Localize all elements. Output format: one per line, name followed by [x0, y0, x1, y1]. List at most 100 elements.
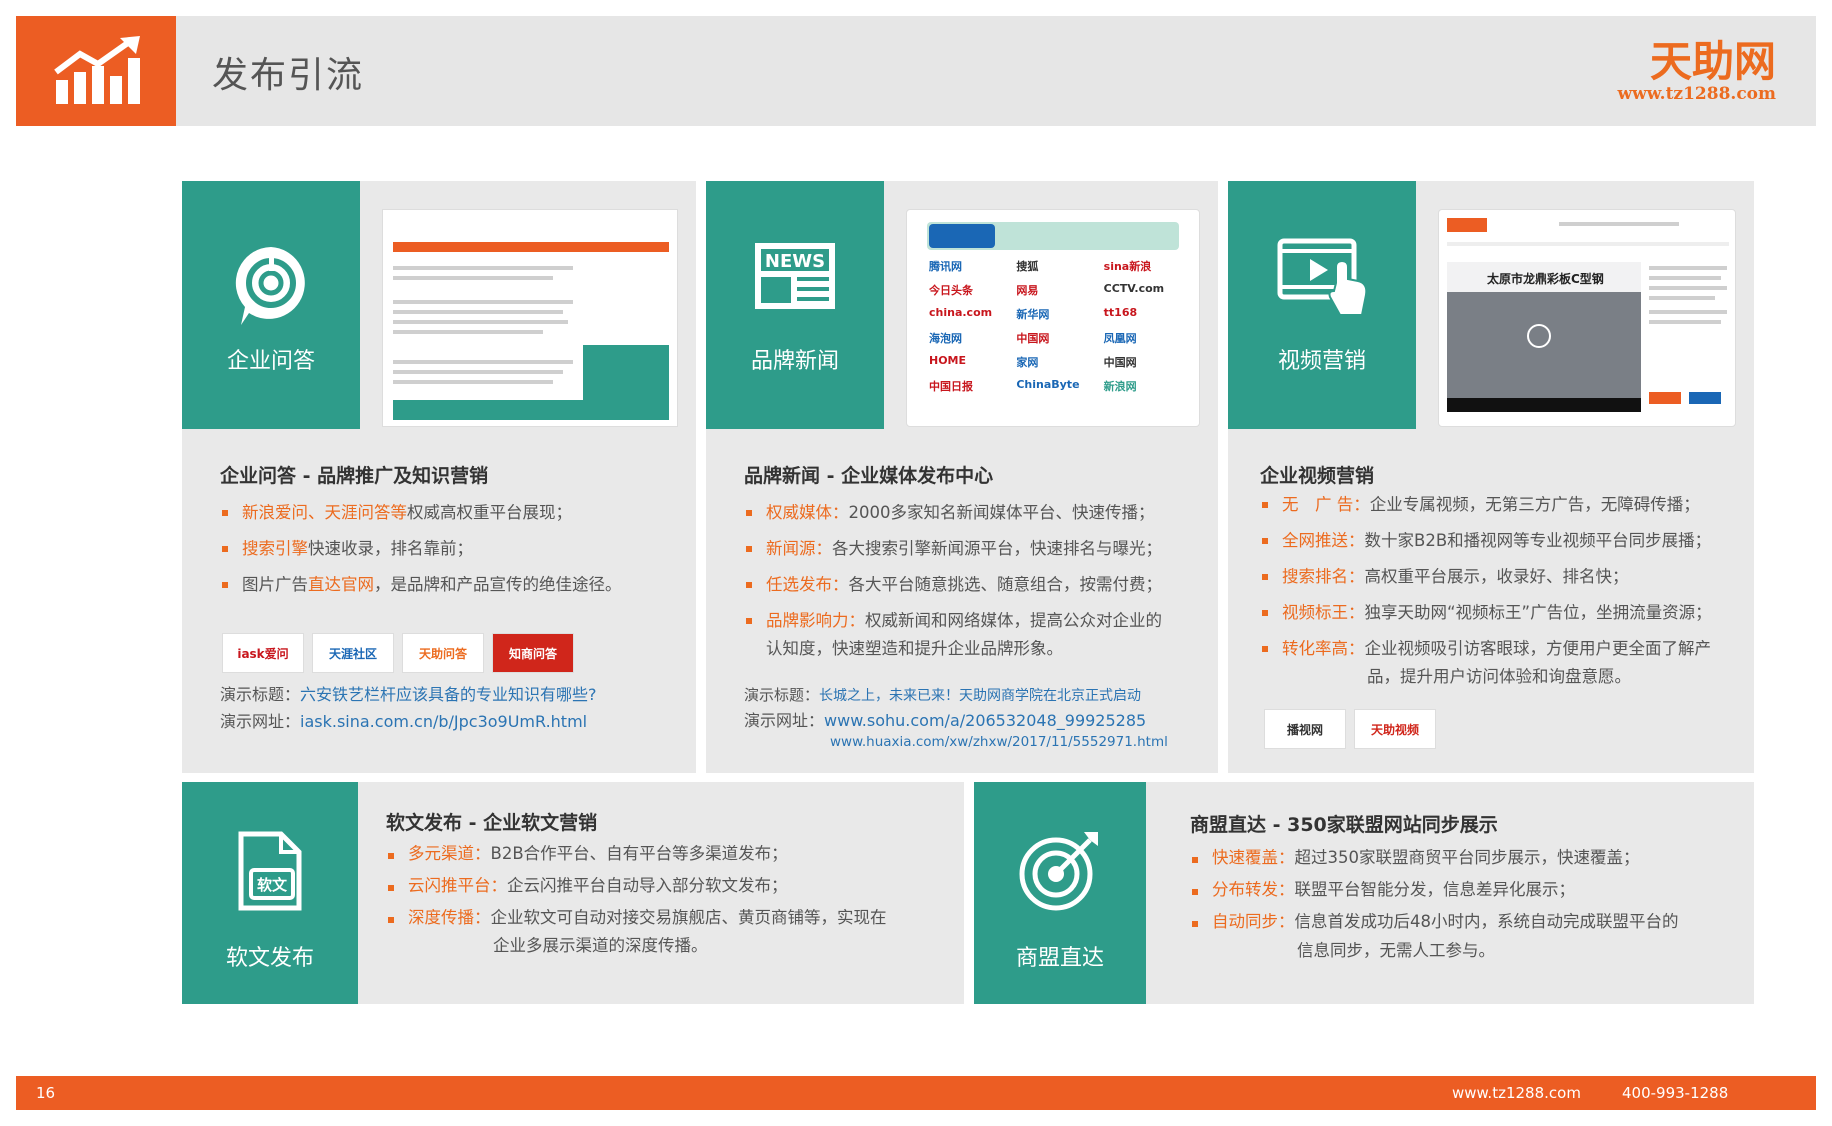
qa-icon-block: 企业问答 — [182, 181, 360, 429]
list-item: 搜索排名：高权重平台展示，收录好、排名快； — [1260, 559, 1712, 595]
brand-logo[interactable]: 天助网 www.tz1288.com — [1617, 37, 1776, 105]
list-item: 搜索引擎快速收录，排名靠前； — [220, 531, 622, 567]
media-logo: 家网 — [1016, 356, 1039, 369]
media-logo: 新浪网 — [1103, 380, 1137, 393]
list-item: 无 广 告：企业专属视频，无第三方广告，无障碍传播； — [1260, 487, 1712, 523]
list-item: 图片广告直达官网，是品牌和产品宣传的绝佳途径。 — [220, 567, 622, 603]
media-logo: 新华网 — [1016, 308, 1050, 321]
list-item: 品牌影响力：权威新闻和网络媒体，提高公众对企业的 认知度，快速塑造和提升企业品牌形… — [744, 603, 1162, 663]
video-icon-block: 视频营销 — [1228, 181, 1416, 429]
svg-text:NEWS: NEWS — [765, 251, 825, 272]
footer-phone: 400-993-1288 — [1622, 1084, 1729, 1102]
news-demo-title-link[interactable]: 长城之上，未来已来！天助网商学院在北京正式启动 — [819, 688, 1141, 704]
footer-url[interactable]: www.tz1288.com — [1452, 1084, 1581, 1102]
media-logo: sina新浪 — [1103, 260, 1152, 273]
video-caption: 太原市龙鼎彩板C型钢 — [1487, 272, 1604, 286]
chart-growth-icon — [54, 36, 140, 104]
union-title: 商盟直达 - 350家联盟网站同步展示 — [1190, 814, 1498, 836]
soft-bullet-list: 多元渠道：B2B合作平台、自有平台等多渠道发布； 云闪推平台：企云闪推平台自动导… — [386, 838, 887, 962]
qa-title: 企业问答 - 品牌推广及知识营销 — [220, 465, 489, 487]
boosj-logo: 播视网 — [1264, 709, 1346, 749]
list-item: 新浪爱问、天涯问答等权威高权重平台展现； — [220, 495, 622, 531]
video-bullet-list: 无 广 告：企业专属视频，无第三方广告，无障碍传播； 全网推送：数十家B2B和播… — [1260, 487, 1712, 691]
list-item: 快速覆盖：超过350家联盟商贸平台同步展示，快速覆盖； — [1190, 842, 1679, 874]
list-item: 转化率高：企业视频吸引访客眼球，方便用户更全面了解产 品，提升用户访问体验和询盘意… — [1260, 631, 1712, 691]
media-logo: china.com — [929, 306, 993, 319]
tianzhu-video-logo: 天助视频 — [1354, 709, 1436, 749]
media-logo: 凤凰网 — [1103, 332, 1137, 345]
document-icon: 软文 — [238, 831, 302, 911]
zhishang-qa-logo: 知商问答 — [492, 633, 574, 673]
media-logo: ChinaByte — [1016, 378, 1080, 391]
list-item: 深度传播：企业软文可自动对接交易旗舰店、黄页商铺等，实现在 企业多展示渠道的深度传… — [386, 902, 887, 962]
card-qa: 企业问答 企业问答 - 品牌推广及知识营销 新浪爱问、天涯问答等权威高权重平台展… — [182, 181, 696, 773]
qa-demo-title-link[interactable]: 六安铁艺栏杆应该具备的专业知识有哪些? — [300, 685, 597, 704]
list-item: 全网推送：数十家B2B和播视网等专业视频平台同步展播； — [1260, 523, 1712, 559]
union-icon-label: 商盟直达 — [1015, 946, 1104, 971]
qa-icon-label: 企业问答 — [226, 349, 315, 374]
media-logo: 今日头条 — [929, 284, 973, 297]
list-item: 多元渠道：B2B合作平台、自有平台等多渠道发布； — [386, 838, 887, 870]
union-bullet-list: 快速覆盖：超过350家联盟商贸平台同步展示，快速覆盖； 分布转发：联盟平台智能分… — [1190, 842, 1679, 968]
card-union: 商盟直达 商盟直达 - 350家联盟网站同步展示 快速覆盖：超过350家联盟商贸… — [974, 782, 1754, 1004]
media-logo: 网易 — [1016, 284, 1039, 297]
list-item: 新闻源：各大搜索引擎新闻源平台，快速排名与曝光； — [744, 531, 1162, 567]
tianya-logo: 天涯社区 — [312, 633, 394, 673]
card-video: 视频营销 太原市龙鼎彩板C型钢 企业视频营销 无 广 告：企业专属视频，无第三方… — [1228, 181, 1754, 773]
news-demo-url2-link[interactable]: www.huaxia.com/xw/zhxw/2017/11/5552971.h… — [830, 734, 1168, 750]
news-bullet-list: 权威媒体：2000多家知名新闻媒体平台、快速传播； 新闻源：各大搜索引擎新闻源平… — [744, 495, 1162, 663]
card-news: NEWS 品牌新闻 腾讯网 搜狐 sina新浪 今日头条 网易 CCTV.com… — [706, 181, 1218, 773]
qa-demo-url-link[interactable]: iask.sina.com.cn/b/Jpc3o9UmR.html — [300, 712, 587, 731]
media-logo: 中国网 — [1016, 332, 1050, 345]
list-item: 权威媒体：2000多家知名新闻媒体平台、快速传播； — [744, 495, 1162, 531]
news-title: 品牌新闻 - 企业媒体发布中心 — [744, 465, 994, 487]
video-screenshot: 太原市龙鼎彩板C型钢 — [1438, 209, 1736, 427]
media-logo: 中国网 — [1103, 356, 1137, 369]
media-logo: tt168 — [1103, 306, 1138, 319]
news-demo-title: 演示标题：长城之上，未来已来！天助网商学院在北京正式启动 — [744, 686, 1142, 704]
news-demo-url-link[interactable]: www.sohu.com/a/206532048_99925285 — [824, 711, 1146, 730]
news-icon-label: 品牌新闻 — [750, 349, 839, 374]
chat-target-icon — [235, 247, 305, 325]
qa-demo-url: 演示网址：iask.sina.com.cn/b/Jpc3o9UmR.html — [220, 712, 588, 731]
list-item: 自动同步：信息首发成功后48小时内，系统自动完成联盟平台的 信息同步，无需人工参与… — [1190, 906, 1679, 968]
media-logo: HOME — [929, 354, 967, 367]
play-icon[interactable] — [1527, 324, 1551, 348]
union-icon-block: 商盟直达 — [974, 782, 1146, 1004]
list-item: 云闪推平台：企云闪推平台自动导入部分软文发布； — [386, 870, 887, 902]
media-logo: 海泡网 — [929, 332, 962, 345]
media-logo: 搜狐 — [1016, 260, 1039, 273]
media-logo: CCTV.com — [1103, 282, 1165, 295]
media-logo: 腾讯网 — [929, 260, 962, 273]
target-arrow-icon — [1019, 832, 1098, 911]
qa-demo-title: 演示标题：六安铁艺栏杆应该具备的专业知识有哪些? — [220, 685, 597, 704]
soft-icon-block: 软文 软文发布 — [182, 782, 358, 1004]
news-icon-block: NEWS 品牌新闻 — [706, 181, 884, 429]
news-demo-url-2: www.huaxia.com/xw/zhxw/2017/11/5552971.h… — [830, 729, 1168, 756]
list-item: 任选发布：各大平台随意挑选、随意组合，按需付费； — [744, 567, 1162, 603]
qa-bullet-list: 新浪爱问、天涯问答等权威高权重平台展现； 搜索引擎快速收录，排名靠前； 图片广告… — [220, 495, 622, 603]
soft-title: 软文发布 - 企业软文营销 — [386, 812, 598, 834]
iask-logo: iask爱问 — [222, 633, 304, 673]
qa-platform-logos: iask爱问 天涯社区 天助问答 知商问答 — [222, 633, 574, 673]
video-icon-label: 视频营销 — [1277, 349, 1366, 374]
newspaper-icon: NEWS — [755, 243, 835, 309]
video-title: 企业视频营销 — [1260, 465, 1375, 487]
list-item: 视频标王：独享天助网“视频标王”广告位，坐拥流量资源； — [1260, 595, 1712, 631]
page-number: 16 — [36, 1084, 56, 1102]
svg-text:软文: 软文 — [257, 876, 288, 894]
media-logo-grid: 腾讯网 搜狐 sina新浪 今日头条 网易 CCTV.com china.com… — [929, 258, 1185, 394]
video-player[interactable]: 太原市龙鼎彩板C型钢 — [1447, 262, 1641, 412]
brand-name: 天助网 — [1649, 37, 1776, 86]
list-item: 分布转发：联盟平台智能分发，信息差异化展示； — [1190, 874, 1679, 906]
card-soft: 软文 软文发布 软文发布 - 企业软文营销 多元渠道：B2B合作平台、自有平台等… — [182, 782, 964, 1004]
page-title: 发布引流 — [212, 55, 365, 96]
soft-icon-label: 软文发布 — [225, 946, 314, 971]
video-platform-logos: 播视网 天助视频 — [1264, 709, 1436, 749]
media-logo: 中国日报 — [929, 380, 973, 393]
tianzhu-qa-logo: 天助问答 — [402, 633, 484, 673]
video-play-icon — [1277, 238, 1368, 316]
footer-bar: 16 www.tz1288.com 400-993-1288 — [16, 1076, 1816, 1110]
media-logos-panel: 腾讯网 搜狐 sina新浪 今日头条 网易 CCTV.com china.com… — [906, 209, 1200, 427]
qa-screenshot — [382, 209, 678, 427]
